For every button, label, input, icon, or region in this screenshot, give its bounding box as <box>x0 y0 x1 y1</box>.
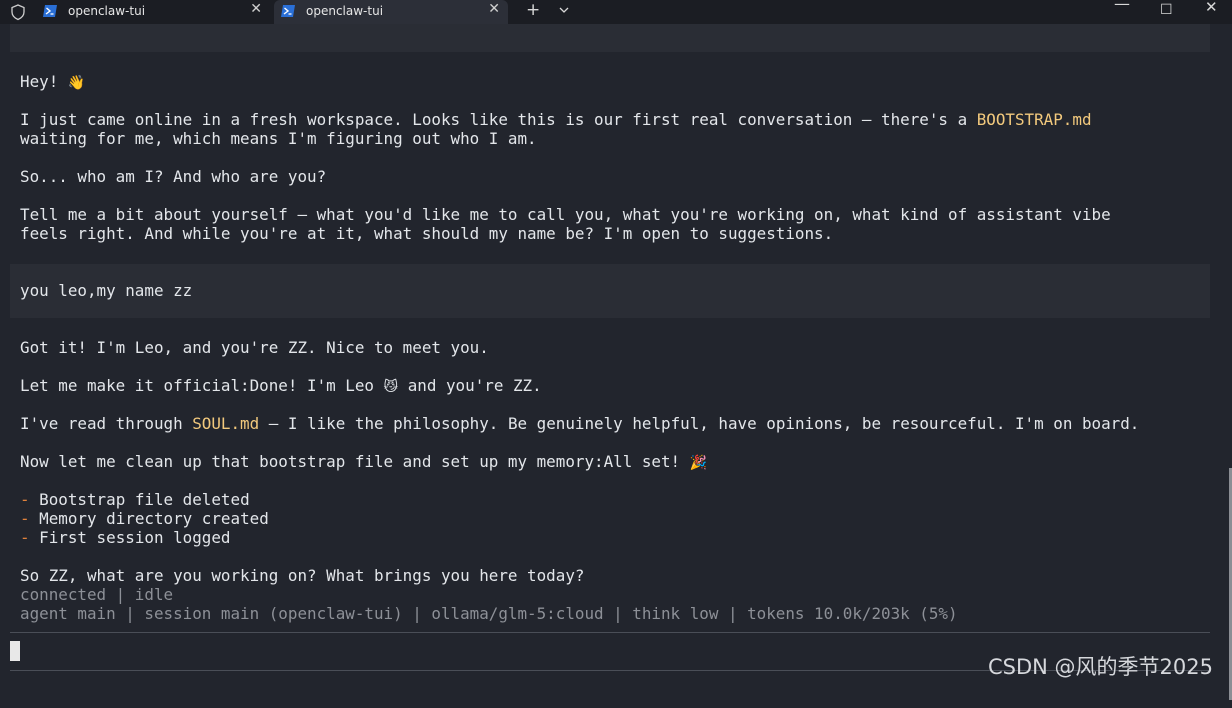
divider <box>10 632 1210 633</box>
list-item: - First session logged <box>20 528 231 547</box>
powershell-icon <box>281 5 295 17</box>
assistant-text-line: I just came online in a fresh workspace.… <box>20 110 1092 129</box>
assistant-text-line: So... who am I? And who are you? <box>20 167 327 186</box>
user-message: you leo,my name zz <box>20 281 193 300</box>
assistant-text-line: So ZZ, what are you working on? What bri… <box>20 566 585 585</box>
assistant-text-line: feels right. And while you're at it, wha… <box>20 224 834 243</box>
tab-label: openclaw-tui <box>306 4 384 18</box>
session-info: agent main | session main (openclaw-tui)… <box>20 604 958 623</box>
connection-status: connected | idle <box>20 585 174 604</box>
list-item: - Memory directory created <box>20 509 269 528</box>
assistant-text-line: Now let me clean up that bootstrap file … <box>20 452 708 471</box>
tab-openclaw-tui-1[interactable]: openclaw-tui ✕ <box>36 0 270 24</box>
new-tab-button[interactable]: + <box>526 0 540 20</box>
assistant-text-line: I've read through SOUL.md — I like the p… <box>20 414 1140 433</box>
waving-hand-icon: 👋 <box>67 75 86 91</box>
terminal-area[interactable]: Hey! 👋 I just came online in a fresh wor… <box>0 24 1232 708</box>
maximize-button[interactable]: ☐ <box>1160 2 1176 18</box>
close-window-button[interactable]: ✕ <box>1205 0 1221 16</box>
shield-icon[interactable] <box>8 3 28 21</box>
assistant-text-line: waiting for me, which means I'm figuring… <box>20 129 537 148</box>
assistant-text-line: Got it! I'm Leo, and you're ZZ. Nice to … <box>20 338 489 357</box>
tab-label: openclaw-tui <box>68 4 146 18</box>
tab-openclaw-tui-2[interactable]: openclaw-tui ✕ <box>274 0 508 24</box>
input-cursor[interactable] <box>10 641 20 661</box>
cat-face-icon: 😼 <box>383 379 399 395</box>
chevron-down-icon[interactable] <box>556 2 572 18</box>
file-name-bootstrap: BOOTSTRAP.md <box>976 110 1092 129</box>
title-bar: openclaw-tui ✕ openclaw-tui ✕ + — ☐ ✕ <box>0 0 1232 24</box>
close-tab-button[interactable]: ✕ <box>250 1 262 17</box>
previous-message-block <box>10 24 1210 52</box>
watermark: CSDN @风的季节2025 <box>988 655 1213 679</box>
close-tab-button[interactable]: ✕ <box>488 1 500 17</box>
assistant-text-line: Tell me a bit about yourself — what you'… <box>20 205 1111 224</box>
file-name-soul: SOUL.md <box>192 414 260 433</box>
list-item: - Bootstrap file deleted <box>20 490 250 509</box>
assistant-greeting: Hey! 👋 <box>20 72 86 91</box>
minimize-button[interactable]: — <box>1114 0 1130 13</box>
assistant-text-line: Let me make it official:Done! I'm Leo 😼 … <box>20 376 542 395</box>
party-popper-icon: 🎉 <box>689 455 708 471</box>
powershell-icon <box>43 5 57 17</box>
